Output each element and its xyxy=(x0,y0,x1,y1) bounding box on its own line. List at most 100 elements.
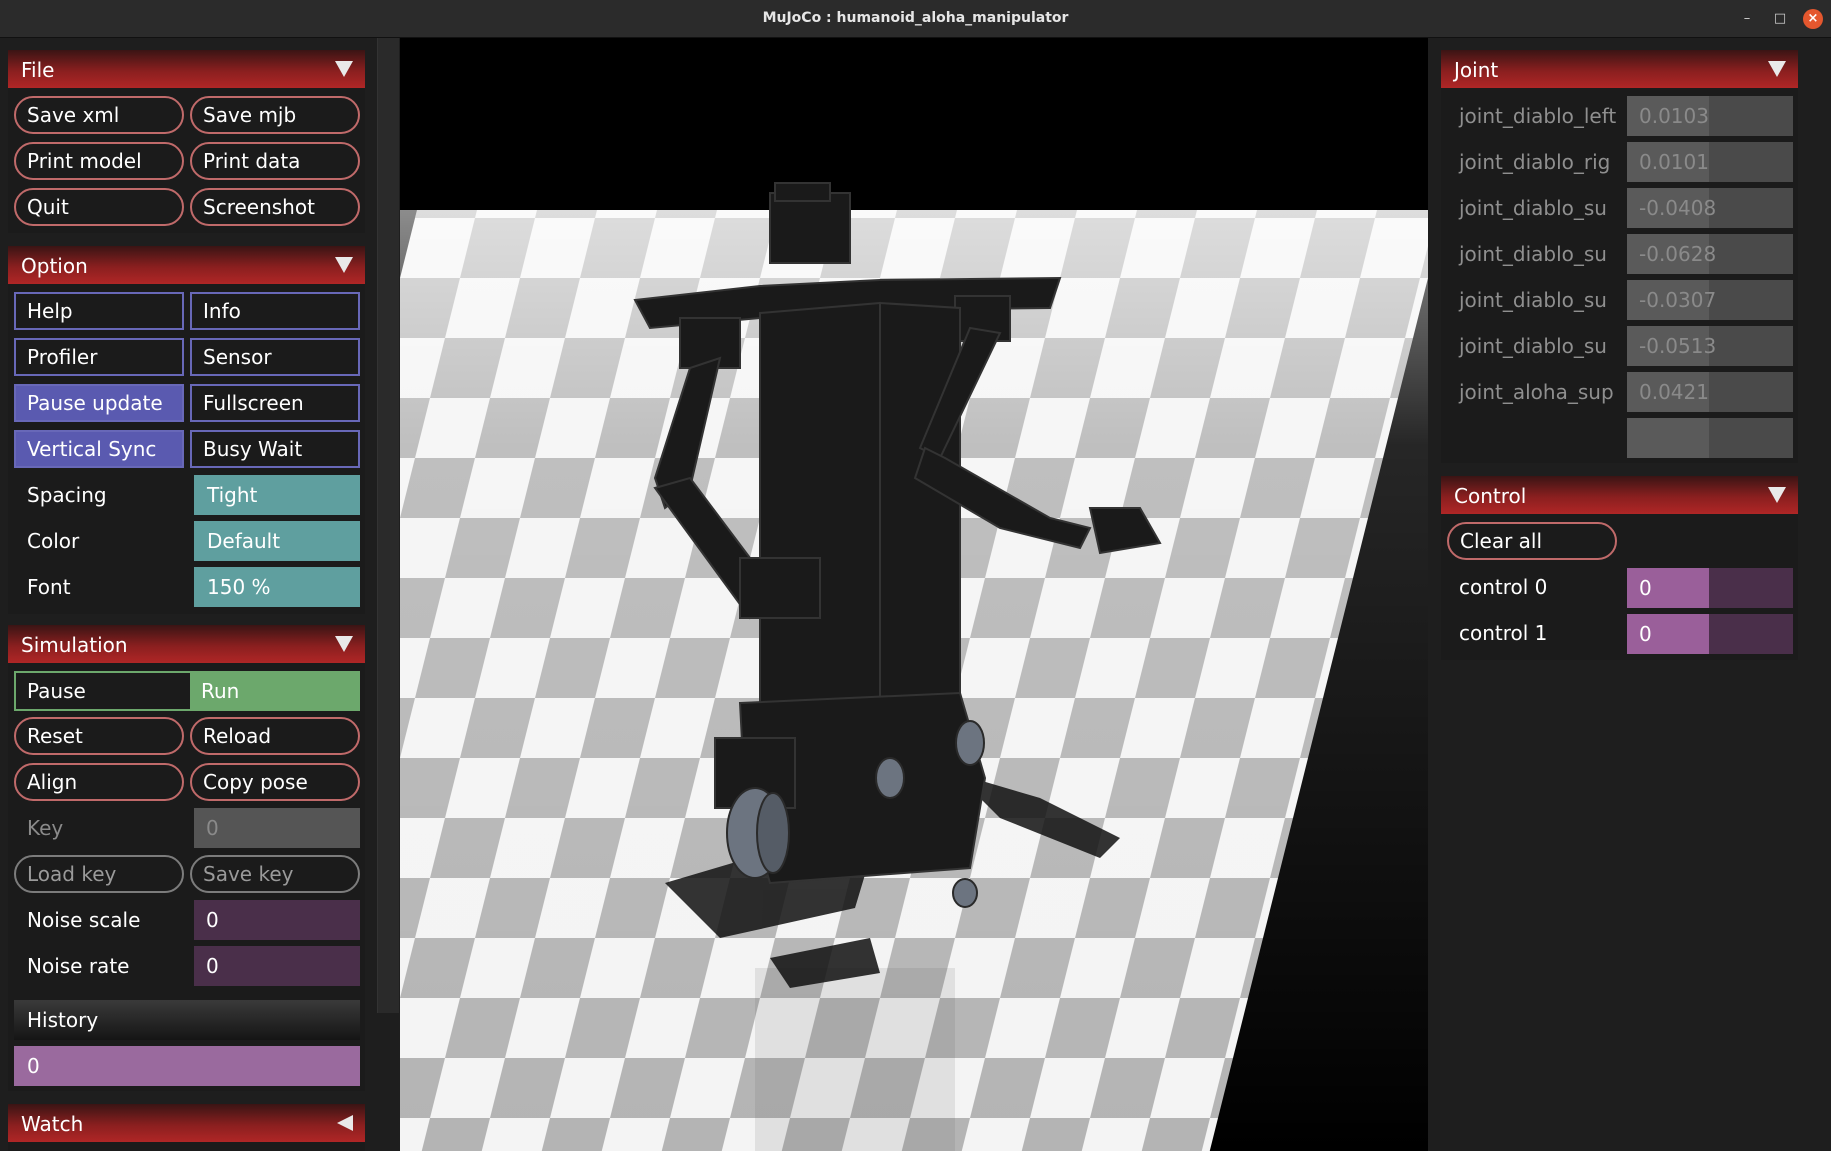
reset-button[interactable]: Reset xyxy=(14,717,184,755)
pause-option[interactable]: Pause xyxy=(16,673,190,709)
spacing-select[interactable]: Tight xyxy=(194,475,360,515)
joint-slider[interactable]: 0.0101 xyxy=(1627,142,1793,182)
print-data-button[interactable]: Print data xyxy=(190,142,360,180)
align-button[interactable]: Align xyxy=(14,763,184,801)
joint-panel-title: Joint xyxy=(1454,58,1499,82)
copy-pose-button[interactable]: Copy pose xyxy=(190,763,360,801)
simulation-panel-title: Simulation xyxy=(21,633,128,657)
robot-reflection xyxy=(755,968,955,1151)
joint-value: 0.0103 xyxy=(1639,104,1709,128)
option-panel: Option Help Info Profiler Sensor Pause u… xyxy=(8,246,365,614)
collapse-triangle-icon[interactable] xyxy=(335,257,353,273)
save-mjb-button[interactable]: Save mjb xyxy=(190,96,360,134)
joint-label: joint_diablo_left xyxy=(1459,104,1617,128)
noise-scale-field[interactable]: 0 xyxy=(194,900,360,940)
history-label: History xyxy=(14,1000,360,1040)
simulation-panel-header[interactable]: Simulation xyxy=(8,625,365,663)
print-model-button[interactable]: Print model xyxy=(14,142,184,180)
info-toggle[interactable]: Info xyxy=(190,292,360,330)
clear-all-button[interactable]: Clear all xyxy=(1447,522,1617,560)
collapse-triangle-icon[interactable] xyxy=(335,61,353,77)
file-panel-header[interactable]: File xyxy=(8,50,365,88)
3d-viewport[interactable] xyxy=(400,38,1428,1151)
left-panel-scrollbar[interactable] xyxy=(377,38,399,1013)
font-label: Font xyxy=(27,575,71,599)
control-panel-header[interactable]: Control xyxy=(1441,476,1798,514)
control-slider[interactable]: 0 xyxy=(1627,614,1793,654)
color-label: Color xyxy=(27,529,80,553)
joint-value: -0.0307 xyxy=(1639,288,1717,312)
collapse-triangle-icon[interactable] xyxy=(335,636,353,652)
history-slider[interactable]: 0 xyxy=(14,1046,360,1086)
control-panel: Control Clear all control 0 0 control 1 … xyxy=(1441,476,1798,660)
joint-value: 0.0421 xyxy=(1639,380,1709,404)
expand-triangle-icon[interactable] xyxy=(337,1115,353,1131)
joint-label: joint_diablo_rig xyxy=(1459,150,1611,174)
scene-render xyxy=(400,38,1428,1151)
watch-panel-title: Watch xyxy=(21,1112,84,1136)
joint-value: -0.0628 xyxy=(1639,242,1717,266)
color-select[interactable]: Default xyxy=(194,521,360,561)
simulation-panel: Simulation Pause Run Reset Reload Align … xyxy=(8,625,365,1091)
window-titlebar: MuJoCo : humanoid_aloha_manipulator – □ … xyxy=(0,0,1831,38)
control-value: 0 xyxy=(1639,622,1652,646)
control-label: control 0 xyxy=(1459,575,1548,599)
joint-slider[interactable]: 0.0103 xyxy=(1627,96,1793,136)
pause-run-radio: Pause Run xyxy=(14,671,360,711)
screenshot-button[interactable]: Screenshot xyxy=(190,188,360,226)
option-panel-title: Option xyxy=(21,254,88,278)
scrollbar-thumb[interactable] xyxy=(377,38,399,1013)
run-option[interactable]: Run xyxy=(190,673,358,709)
load-key-button[interactable]: Load key xyxy=(14,855,184,893)
joint-label: joint_diablo_su xyxy=(1459,242,1607,266)
window-title: MuJoCo : humanoid_aloha_manipulator xyxy=(762,10,1069,26)
joint-slider[interactable]: -0.0513 xyxy=(1627,326,1793,366)
watch-panel: Watch xyxy=(8,1104,365,1151)
key-label: Key xyxy=(27,816,64,840)
help-toggle[interactable]: Help xyxy=(14,292,184,330)
joint-panel-header[interactable]: Joint xyxy=(1441,50,1798,88)
reload-button[interactable]: Reload xyxy=(190,717,360,755)
control-value: 0 xyxy=(1639,576,1652,600)
busy-wait-toggle[interactable]: Busy Wait xyxy=(190,430,360,468)
save-xml-button[interactable]: Save xml xyxy=(14,96,184,134)
file-panel: File Save xml Save mjb Print model Print… xyxy=(8,50,365,233)
save-key-button[interactable]: Save key xyxy=(190,855,360,893)
maximize-icon[interactable]: □ xyxy=(1770,9,1790,29)
joint-label: joint_diablo_su xyxy=(1459,288,1607,312)
quit-button[interactable]: Quit xyxy=(14,188,184,226)
collapse-triangle-icon[interactable] xyxy=(1768,487,1786,503)
sensor-toggle[interactable]: Sensor xyxy=(190,338,360,376)
spacing-label: Spacing xyxy=(27,483,107,507)
file-panel-title: File xyxy=(21,58,55,82)
joint-slider[interactable]: -0.0408 xyxy=(1627,188,1793,228)
vertical-sync-toggle[interactable]: Vertical Sync xyxy=(14,430,184,468)
control-slider[interactable]: 0 xyxy=(1627,568,1793,608)
joint-slider[interactable]: 0.0421 xyxy=(1627,372,1793,412)
option-panel-header[interactable]: Option xyxy=(8,246,365,284)
pause-update-toggle[interactable]: Pause update xyxy=(14,384,184,422)
noise-scale-label: Noise scale xyxy=(27,908,141,932)
font-select[interactable]: 150 % xyxy=(194,567,360,607)
joint-label: joint_diablo_su xyxy=(1459,334,1607,358)
sky-background xyxy=(400,38,1428,210)
joint-value: -0.0513 xyxy=(1639,334,1717,358)
close-icon[interactable]: × xyxy=(1803,9,1823,29)
profiler-toggle[interactable]: Profiler xyxy=(14,338,184,376)
joint-slider[interactable]: -0.0307 xyxy=(1627,280,1793,320)
joint-value: 0.0101 xyxy=(1639,150,1709,174)
control-panel-title: Control xyxy=(1454,484,1527,508)
noise-rate-field[interactable]: 0 xyxy=(194,946,360,986)
joint-slider[interactable] xyxy=(1627,418,1793,458)
joint-panel: Joint joint_diablo_left 0.0103 joint_dia… xyxy=(1441,50,1798,463)
minimize-icon[interactable]: – xyxy=(1737,9,1757,29)
control-label: control 1 xyxy=(1459,621,1548,645)
key-field[interactable]: 0 xyxy=(194,808,360,848)
fullscreen-toggle[interactable]: Fullscreen xyxy=(190,384,360,422)
noise-rate-label: Noise rate xyxy=(27,954,130,978)
joint-label: joint_diablo_su xyxy=(1459,196,1607,220)
collapse-triangle-icon[interactable] xyxy=(1768,61,1786,77)
joint-value: -0.0408 xyxy=(1639,196,1717,220)
watch-panel-header[interactable]: Watch xyxy=(8,1104,365,1142)
joint-slider[interactable]: -0.0628 xyxy=(1627,234,1793,274)
